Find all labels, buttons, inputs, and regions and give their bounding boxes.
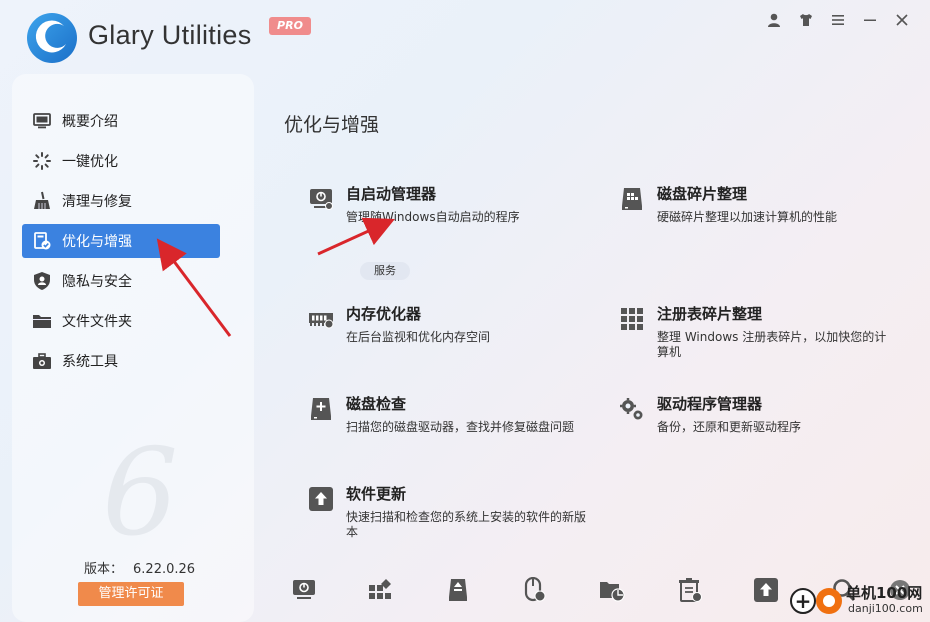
shirt-icon[interactable] <box>794 8 818 32</box>
minimize-icon[interactable] <box>858 8 882 32</box>
tool-description: 管理随Windows自动启动的程序 <box>346 210 520 224</box>
app-window: Glary Utilities PRO 6 概要介绍 一键优化 清理与修复 优化… <box>0 0 930 622</box>
sidebar-item-one-click[interactable]: 一键优化 <box>22 144 220 178</box>
optimize-icon <box>32 231 52 251</box>
update-icon[interactable] <box>752 576 780 604</box>
sparkle-icon <box>32 151 52 171</box>
driver-icon <box>619 396 645 422</box>
tool-name: 注册表碎片整理 <box>657 305 763 323</box>
tool-name: 驱动程序管理器 <box>657 395 763 413</box>
tool-description: 在后台监视和优化内存空间 <box>346 330 491 344</box>
app-title: Glary Utilities <box>88 20 252 50</box>
manage-license-button[interactable]: 管理许可证 <box>78 582 184 606</box>
watermark-url: danji100.com <box>848 602 923 615</box>
monitor-icon <box>32 111 52 131</box>
broom-icon <box>32 191 52 211</box>
uninstall-icon[interactable] <box>676 576 704 604</box>
sidebar-item-label: 文件文件夹 <box>62 314 132 330</box>
version-value: 6.22.0.26 <box>133 562 196 577</box>
sidebar-item-label: 优化与增强 <box>62 234 132 250</box>
sidebar-item-label: 隐私与安全 <box>62 274 132 290</box>
tool-description: 硬磁碎片整理以加速计算机的性能 <box>657 210 838 224</box>
tool-description: 备份，还原和更新驱动程序 <box>657 420 802 434</box>
disk-check-icon <box>308 396 334 422</box>
tool-name: 磁盘检查 <box>346 395 407 413</box>
sidebar-item-clean-repair[interactable]: 清理与修复 <box>22 184 220 218</box>
user-icon[interactable] <box>762 8 786 32</box>
disk-space-icon[interactable] <box>598 576 626 604</box>
tool-name: 磁盘碎片整理 <box>657 185 748 203</box>
tool-name: 软件更新 <box>346 485 407 503</box>
glary-logo-icon <box>27 13 77 63</box>
tool-name: 自启动管理器 <box>346 185 437 203</box>
startup-icon <box>308 186 334 212</box>
title-bar: Glary Utilities PRO <box>0 0 930 70</box>
update-icon <box>308 486 334 512</box>
version-label: 版本： <box>84 562 124 577</box>
toolbox-icon <box>32 351 52 371</box>
shield-icon <box>32 271 52 291</box>
registry-icon <box>619 306 645 332</box>
sidebar-item-optimize-enhance[interactable]: 优化与增强 <box>22 224 220 258</box>
defrag-icon <box>619 186 645 212</box>
version-info: 版本： 6.22.0.26 <box>84 558 195 577</box>
watermark-text: 单机100网 <box>846 584 923 602</box>
sidebar-item-overview[interactable]: 概要介绍 <box>22 104 220 138</box>
menu-icon[interactable] <box>826 8 850 32</box>
service-badge: 服务 <box>360 262 410 280</box>
window-controls <box>762 8 914 32</box>
registry-icon[interactable] <box>366 576 394 604</box>
sidebar-item-label: 一键优化 <box>62 154 118 170</box>
memory-icon <box>308 306 334 332</box>
close-icon[interactable] <box>890 8 914 32</box>
disk-cleaner-icon[interactable] <box>444 576 472 604</box>
sidebar-item-privacy-security[interactable]: 隐私与安全 <box>22 264 220 298</box>
sidebar-item-system-tools[interactable]: 系统工具 <box>22 344 220 378</box>
sidebar-item-files-folders[interactable]: 文件文件夹 <box>22 304 220 338</box>
tool-description: 快速扫描和检查您的系统上安装的软件的新版本 <box>346 510 587 539</box>
sidebar-item-label: 系统工具 <box>62 354 118 370</box>
tool-name: 内存优化器 <box>346 305 422 323</box>
pro-badge: PRO <box>269 17 311 35</box>
watermark-ring-icon <box>816 588 842 614</box>
sidebar-nav: 概要介绍 一键优化 清理与修复 优化与增强 隐私与安全 文件文件夹 系统工具 <box>22 104 220 384</box>
annotation-arrow-startup <box>317 217 395 256</box>
mouse-icon[interactable] <box>520 576 548 604</box>
site-watermark: + 单机100网 danji100.com <box>786 578 930 622</box>
version-watermark-graphic: 6 <box>102 424 179 563</box>
sidebar: 6 概要介绍 一键优化 清理与修复 优化与增强 隐私与安全 文件文件夹 系统工具… <box>12 74 254 622</box>
watermark-plus-icon: + <box>790 588 816 614</box>
startup-icon[interactable] <box>290 576 318 604</box>
sidebar-item-label: 清理与修复 <box>62 194 132 210</box>
tool-description: 整理 Windows 注册表碎片，以加快您的计算机 <box>657 330 887 359</box>
tool-description: 扫描您的磁盘驱动器，查找并修复磁盘问题 <box>346 420 575 434</box>
page-title: 优化与增强 <box>284 114 380 136</box>
sidebar-item-label: 概要介绍 <box>62 114 118 130</box>
folder-icon <box>32 311 52 331</box>
